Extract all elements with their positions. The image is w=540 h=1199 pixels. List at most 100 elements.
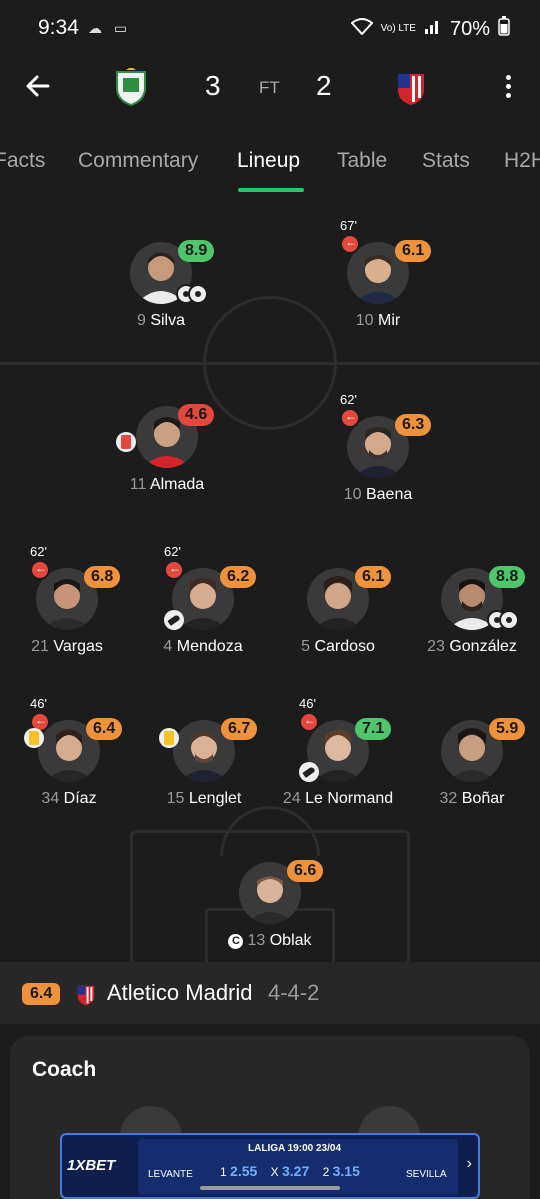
player-name: 10 Baena xyxy=(343,486,413,503)
match-status: FT xyxy=(259,78,280,97)
sub-minute: 46' xyxy=(30,696,47,711)
more-vertical-icon xyxy=(505,74,511,80)
away-crest-icon xyxy=(76,982,96,1006)
sub-minute: 62' xyxy=(30,544,47,559)
player-rating: 6.2 xyxy=(220,566,257,588)
captain-icon: C xyxy=(228,934,244,949)
player-lenglet[interactable]: 6.7 15 Lenglet xyxy=(139,696,269,807)
player-mendoza[interactable]: 62' 6.2 4 Mendoza xyxy=(138,544,268,655)
coach-title: Coach xyxy=(32,1058,97,1081)
player-name: 9 Silva xyxy=(136,312,186,329)
player-rating: 8.9 xyxy=(178,240,215,262)
battery-icon xyxy=(498,16,510,42)
ad-brand: 1XBET xyxy=(67,1157,116,1174)
substitution-icon xyxy=(340,234,360,254)
sub-minute: 62' xyxy=(340,392,357,407)
status-bar: 9:34 ☁ ▭ Vo) LTE 70% xyxy=(0,0,540,60)
tab-bar: Facts Commentary Lineup Table Stats H2H xyxy=(0,134,540,194)
player-rating: 4.6 xyxy=(178,404,215,426)
player-rating: 8.8 xyxy=(489,566,526,588)
team-formation: 4-4-2 xyxy=(268,980,320,1005)
signal-icon xyxy=(424,17,442,41)
lineup-pitch: 8.9 9 Silva 67' 6.1 10 Mir 4.6 11 Almada… xyxy=(0,196,540,962)
team-rating: 6.4 xyxy=(22,983,61,1005)
home-indicator[interactable] xyxy=(200,1186,340,1190)
player-name: 34 Díaz xyxy=(41,790,97,807)
player-rating: 6.4 xyxy=(86,718,123,740)
ad-odds: 1 2.55 X 3.27 2 3.15 xyxy=(220,1163,360,1179)
home-score: 3 xyxy=(205,70,221,101)
tab-facts[interactable]: Facts xyxy=(0,149,45,173)
goal-icon xyxy=(176,284,208,304)
red-card-icon xyxy=(116,432,136,452)
sub-minute: 46' xyxy=(299,696,316,711)
back-button[interactable] xyxy=(22,70,54,102)
chevron-right-icon: › xyxy=(466,1155,472,1172)
battery-percent: 70% xyxy=(449,17,490,40)
player-vargas[interactable]: 62' 6.8 21 Vargas xyxy=(2,544,132,655)
more-dot xyxy=(505,92,511,98)
player-cardoso[interactable]: 6.1 5 Cardoso xyxy=(273,544,403,655)
player-rating: 5.9 xyxy=(489,718,526,740)
player-diaz[interactable]: 46' 6.4 34 Díaz xyxy=(4,696,134,807)
more-dot xyxy=(505,83,511,89)
ad-team-away: SEVILLA xyxy=(406,1169,447,1180)
player-name: 4 Mendoza xyxy=(163,638,243,655)
player-name: 11 Almada xyxy=(129,476,205,493)
match-header: 3 FT 2 xyxy=(0,60,540,120)
player-name: 23 González xyxy=(427,638,517,655)
substitution-icon xyxy=(340,408,360,428)
status-time: 9:34 xyxy=(38,16,79,39)
player-name: 15 Lenglet xyxy=(166,790,242,807)
player-name: 32 Boñar xyxy=(439,790,505,807)
back-arrow-icon xyxy=(26,75,50,97)
player-rating: 6.7 xyxy=(221,718,258,740)
substitution-icon xyxy=(164,560,184,580)
player-bonar[interactable]: 5.9 32 Boñar xyxy=(407,696,537,807)
player-almada[interactable]: 4.6 11 Almada xyxy=(102,382,232,493)
network-label: Vo) LTE xyxy=(380,23,416,34)
home-crest-icon[interactable] xyxy=(114,67,148,107)
team-summary-bar[interactable]: 6.4 Atletico Madrid 4-4-2 xyxy=(0,962,540,1024)
player-name: C 13 Oblak xyxy=(205,932,335,950)
away-score: 2 xyxy=(316,70,332,101)
yellow-card-icon xyxy=(159,728,179,748)
sub-minute: 62' xyxy=(164,544,181,559)
player-rating: 6.8 xyxy=(84,566,121,588)
ad-league-line: LALIGA 19:00 23/04 xyxy=(248,1143,342,1154)
player-mir[interactable]: 67' 6.1 10 Mir xyxy=(313,218,443,329)
tab-commentary[interactable]: Commentary xyxy=(78,149,198,173)
assist-boot-icon xyxy=(164,610,184,630)
player-gonzalez[interactable]: 8.8 23 González xyxy=(407,544,537,655)
player-silva[interactable]: 8.9 9 Silva xyxy=(96,218,226,329)
player-name: 21 Vargas xyxy=(31,638,103,655)
player-rating: 6.6 xyxy=(287,860,324,882)
player-rating: 6.1 xyxy=(355,566,392,588)
player-name: 10 Mir xyxy=(355,312,401,329)
active-tab-indicator xyxy=(238,188,304,192)
team-name: Atletico Madrid xyxy=(107,980,253,1005)
notification-icons: ☁ ▭ xyxy=(88,20,132,36)
substitution-icon xyxy=(299,712,319,732)
wifi-icon xyxy=(350,17,374,41)
player-le-normand[interactable]: 46' 7.1 24 Le Normand xyxy=(273,696,403,807)
substitution-icon xyxy=(30,560,50,580)
more-options-button[interactable] xyxy=(498,70,518,102)
tab-table[interactable]: Table xyxy=(337,149,387,173)
assist-boot-icon xyxy=(299,762,319,782)
player-rating: 7.1 xyxy=(355,718,392,740)
tab-h2h[interactable]: H2H xyxy=(504,149,540,173)
yellow-card-icon xyxy=(24,728,44,748)
status-right: Vo) LTE 70% xyxy=(350,16,510,42)
player-rating: 6.1 xyxy=(395,240,432,262)
goal-icon xyxy=(487,610,519,630)
tab-stats[interactable]: Stats xyxy=(422,149,470,173)
away-crest-icon[interactable] xyxy=(396,68,426,106)
sub-minute: 67' xyxy=(340,218,357,233)
player-name: 24 Le Normand xyxy=(282,790,394,807)
ad-team-home: LEVANTE xyxy=(148,1169,193,1180)
tab-lineup[interactable]: Lineup xyxy=(237,149,300,173)
player-baena[interactable]: 62' 6.3 10 Baena xyxy=(313,392,443,503)
player-name: 5 Cardoso xyxy=(301,638,375,655)
player-oblak[interactable]: 6.6 C 13 Oblak xyxy=(205,838,335,950)
